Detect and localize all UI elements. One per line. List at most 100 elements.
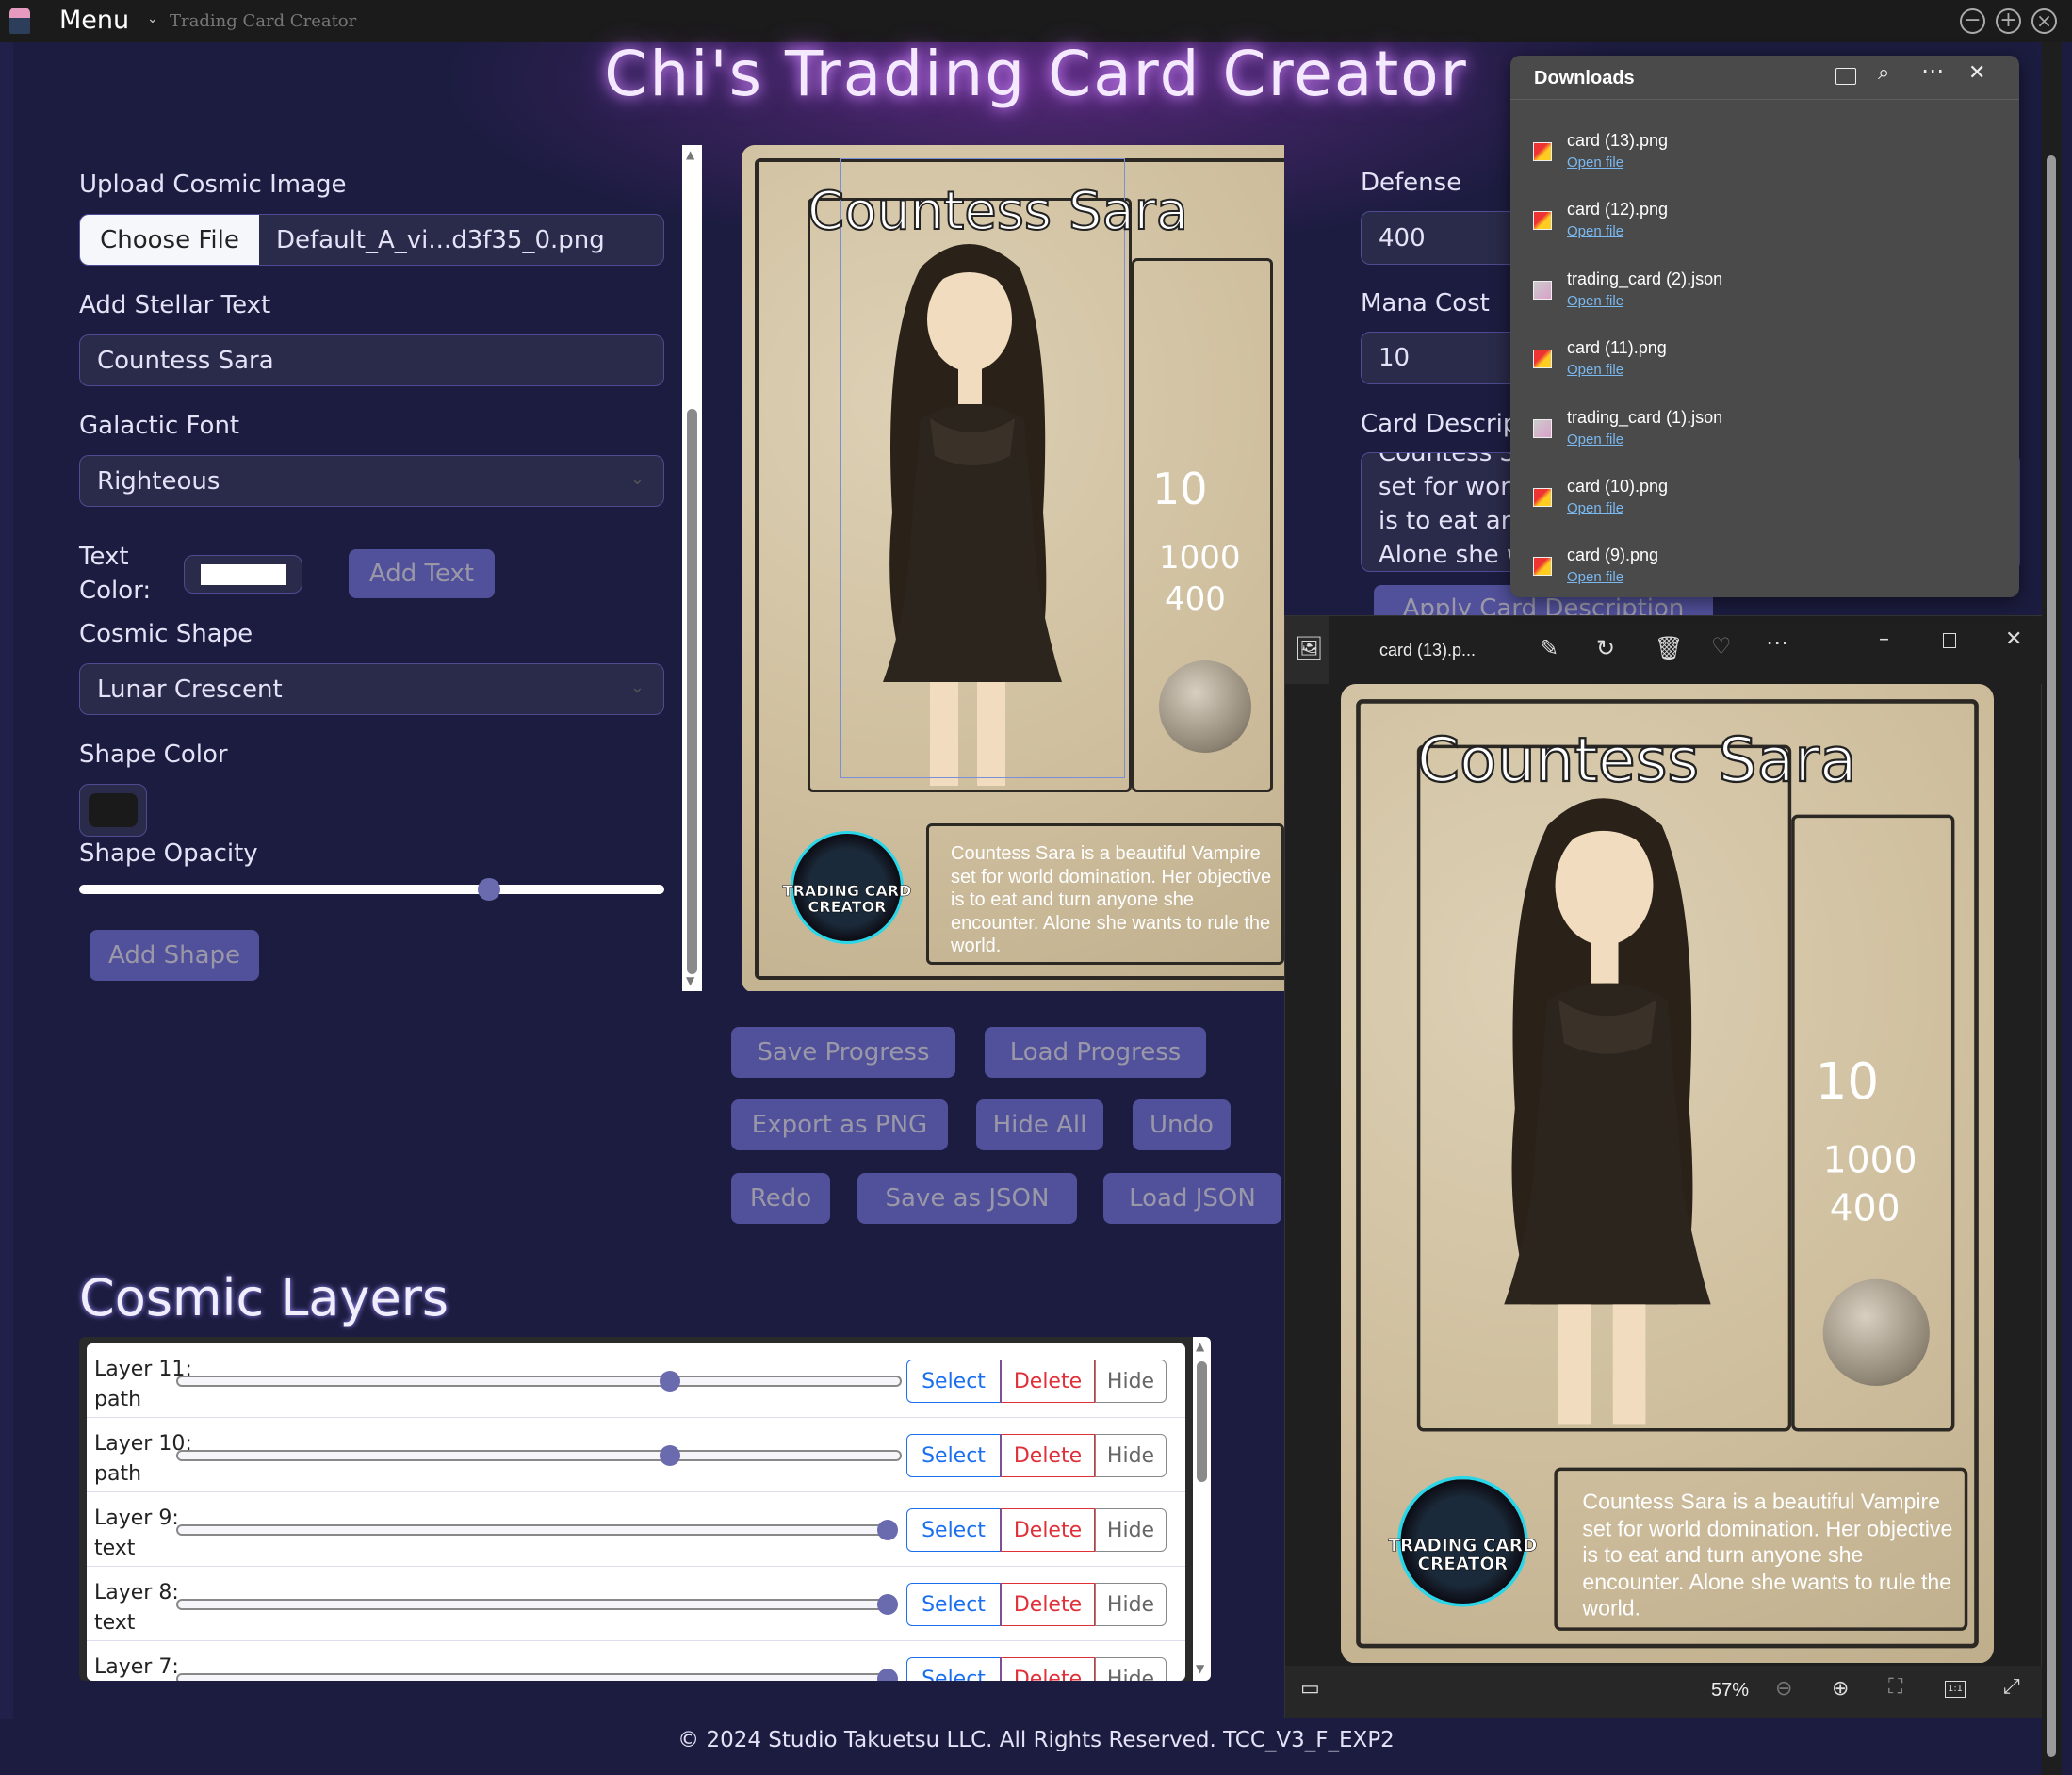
fit-to-window-icon[interactable]: ⛶ xyxy=(1888,1675,1902,1699)
open-file-link[interactable]: Open file xyxy=(1567,293,1623,309)
layer-opacity-thumb[interactable] xyxy=(660,1371,681,1392)
add-shape-button[interactable]: Add Shape xyxy=(90,930,259,981)
layer-delete-button[interactable]: Delete xyxy=(1001,1583,1095,1626)
choose-file-button[interactable]: Choose File xyxy=(80,215,259,265)
download-item[interactable]: card (10).png Open file xyxy=(1510,477,2019,543)
layer-opacity-thumb[interactable] xyxy=(660,1445,681,1466)
layer-hide-button[interactable]: Hide xyxy=(1095,1508,1167,1552)
zoom-out-icon[interactable]: ⊖ xyxy=(1775,1677,1792,1701)
save-as-json-button[interactable]: Save as JSON xyxy=(857,1173,1077,1224)
crescent-shape xyxy=(1822,1278,1930,1386)
download-item[interactable]: trading_card (2).json Open file xyxy=(1510,269,2019,335)
viewer-image[interactable]: Countess Sara 10 1000 400 Countess Sara … xyxy=(1341,684,1994,1663)
selection-box[interactable] xyxy=(840,158,1125,778)
close-icon[interactable]: ✕ xyxy=(1968,61,1985,85)
open-folder-icon[interactable] xyxy=(1835,68,1856,85)
layer-opacity-slider[interactable] xyxy=(176,1524,894,1536)
search-icon[interactable]: ⌕ xyxy=(1878,61,1889,85)
delete-icon[interactable]: 🗑 xyxy=(1655,635,1683,661)
scrollbar-thumb[interactable] xyxy=(1197,1361,1207,1482)
download-item[interactable]: card (11).png Open file xyxy=(1510,338,2019,404)
undo-button[interactable]: Undo xyxy=(1133,1099,1231,1150)
png-file-icon xyxy=(1533,142,1552,161)
rotate-icon[interactable]: ↻ xyxy=(1596,635,1615,661)
edit-image-icon[interactable]: ✎ xyxy=(1540,635,1558,661)
hide-all-button[interactable]: Hide All xyxy=(976,1099,1103,1150)
minimize-icon[interactable]: − xyxy=(1960,8,1985,34)
open-file-link[interactable]: Open file xyxy=(1567,155,1623,171)
layers-scrollbar[interactable]: ▲ ▼ xyxy=(1193,1337,1211,1681)
open-file-link[interactable]: Open file xyxy=(1567,432,1623,448)
layer-delete-button[interactable]: Delete xyxy=(1001,1434,1095,1477)
left-panel-scrollbar[interactable]: ▲ ▼ xyxy=(682,145,702,991)
stellar-text-input[interactable]: Countess Sara xyxy=(79,334,664,386)
layer-select-button[interactable]: Select xyxy=(906,1657,1001,1681)
scrollbar-thumb[interactable] xyxy=(2047,155,2056,1757)
save-progress-button[interactable]: Save Progress xyxy=(731,1027,955,1078)
favorite-heart-icon[interactable]: ♡ xyxy=(1711,633,1732,660)
layer-opacity-slider[interactable] xyxy=(176,1673,894,1681)
card-defense: 400 xyxy=(1829,1186,1901,1230)
scrollbar-thumb[interactable] xyxy=(687,409,697,974)
layer-opacity-thumb[interactable] xyxy=(877,1669,898,1681)
chevron-down-icon[interactable]: ⌄ xyxy=(147,11,158,26)
shape-select[interactable]: Lunar Crescent ⌄ xyxy=(79,663,664,715)
minimize-icon[interactable]: – xyxy=(1879,627,1889,651)
opacity-slider-thumb[interactable] xyxy=(477,878,500,901)
load-json-button[interactable]: Load JSON xyxy=(1103,1173,1281,1224)
more-options-icon[interactable]: ⋯ xyxy=(1766,629,1788,656)
layer-select-button[interactable]: Select xyxy=(906,1360,1001,1403)
load-progress-button[interactable]: Load Progress xyxy=(985,1027,1206,1078)
layer-select-button[interactable]: Select xyxy=(906,1583,1001,1626)
scroll-down-icon[interactable]: ▼ xyxy=(686,974,694,987)
layer-opacity-thumb[interactable] xyxy=(877,1520,898,1540)
more-options-icon[interactable]: ⋯ xyxy=(1921,57,1944,84)
export-as-png-button[interactable]: Export as PNG xyxy=(731,1099,948,1150)
text-color-picker[interactable] xyxy=(184,555,302,594)
layer-type: text xyxy=(94,1611,136,1635)
font-select[interactable]: Righteous ⌄ xyxy=(79,455,664,507)
maximize-icon[interactable]: + xyxy=(1996,8,2021,34)
layer-opacity-thumb[interactable] xyxy=(877,1594,898,1615)
redo-button[interactable]: Redo xyxy=(731,1173,830,1224)
card-canvas[interactable]: Countess Sara 10 1000 400 Countess Sara … xyxy=(742,145,1284,991)
opacity-slider[interactable] xyxy=(79,878,664,901)
add-text-button[interactable]: Add Text xyxy=(349,549,495,598)
close-icon[interactable]: ✕ xyxy=(2005,627,2022,651)
download-item[interactable]: card (12).png Open file xyxy=(1510,200,2019,266)
layer-hide-button[interactable]: Hide xyxy=(1095,1657,1167,1681)
open-file-link[interactable]: Open file xyxy=(1567,500,1623,516)
close-icon[interactable]: × xyxy=(2031,8,2057,34)
fullscreen-icon[interactable]: ⤢ xyxy=(2003,1675,2020,1699)
download-item[interactable]: card (9).png Open file xyxy=(1510,546,2019,611)
layer-hide-button[interactable]: Hide xyxy=(1095,1583,1167,1626)
page-scrollbar[interactable] xyxy=(2042,42,2062,1775)
file-input[interactable]: Choose File Default_A_vi...d3f35_0.png xyxy=(79,214,664,266)
scroll-up-icon[interactable]: ▲ xyxy=(1196,1340,1204,1353)
layer-select-button[interactable]: Select xyxy=(906,1508,1001,1552)
download-item[interactable]: card (13).png Open file xyxy=(1510,131,2019,197)
actual-size-icon[interactable]: 1:1 xyxy=(1945,1681,1966,1698)
shape-color-picker[interactable] xyxy=(79,784,147,837)
layer-hide-button[interactable]: Hide xyxy=(1095,1360,1167,1403)
download-item[interactable]: trading_card (1).json Open file xyxy=(1510,408,2019,474)
maximize-icon[interactable] xyxy=(1943,633,1956,648)
zoom-in-icon[interactable]: ⊕ xyxy=(1832,1677,1849,1701)
layer-opacity-slider[interactable] xyxy=(176,1599,894,1610)
layer-delete-button[interactable]: Delete xyxy=(1001,1508,1095,1552)
filmstrip-icon[interactable]: ▭ xyxy=(1300,1677,1320,1701)
menu-button[interactable]: Menu xyxy=(59,6,129,35)
layer-opacity-slider[interactable] xyxy=(176,1376,902,1387)
layer-select-button[interactable]: Select xyxy=(906,1434,1001,1477)
gallery-icon[interactable]: 🖼 xyxy=(1295,635,1323,661)
layer-opacity-slider[interactable] xyxy=(176,1450,902,1461)
open-file-link[interactable]: Open file xyxy=(1567,362,1623,378)
open-file-link[interactable]: Open file xyxy=(1567,569,1623,585)
window-title: Trading Card Creator xyxy=(170,11,357,31)
layer-hide-button[interactable]: Hide xyxy=(1095,1434,1167,1477)
scroll-up-icon[interactable]: ▲ xyxy=(686,148,694,161)
scroll-down-icon[interactable]: ▼ xyxy=(1196,1662,1204,1675)
layer-delete-button[interactable]: Delete xyxy=(1001,1360,1095,1403)
layer-delete-button[interactable]: Delete xyxy=(1001,1657,1095,1681)
open-file-link[interactable]: Open file xyxy=(1567,223,1623,239)
